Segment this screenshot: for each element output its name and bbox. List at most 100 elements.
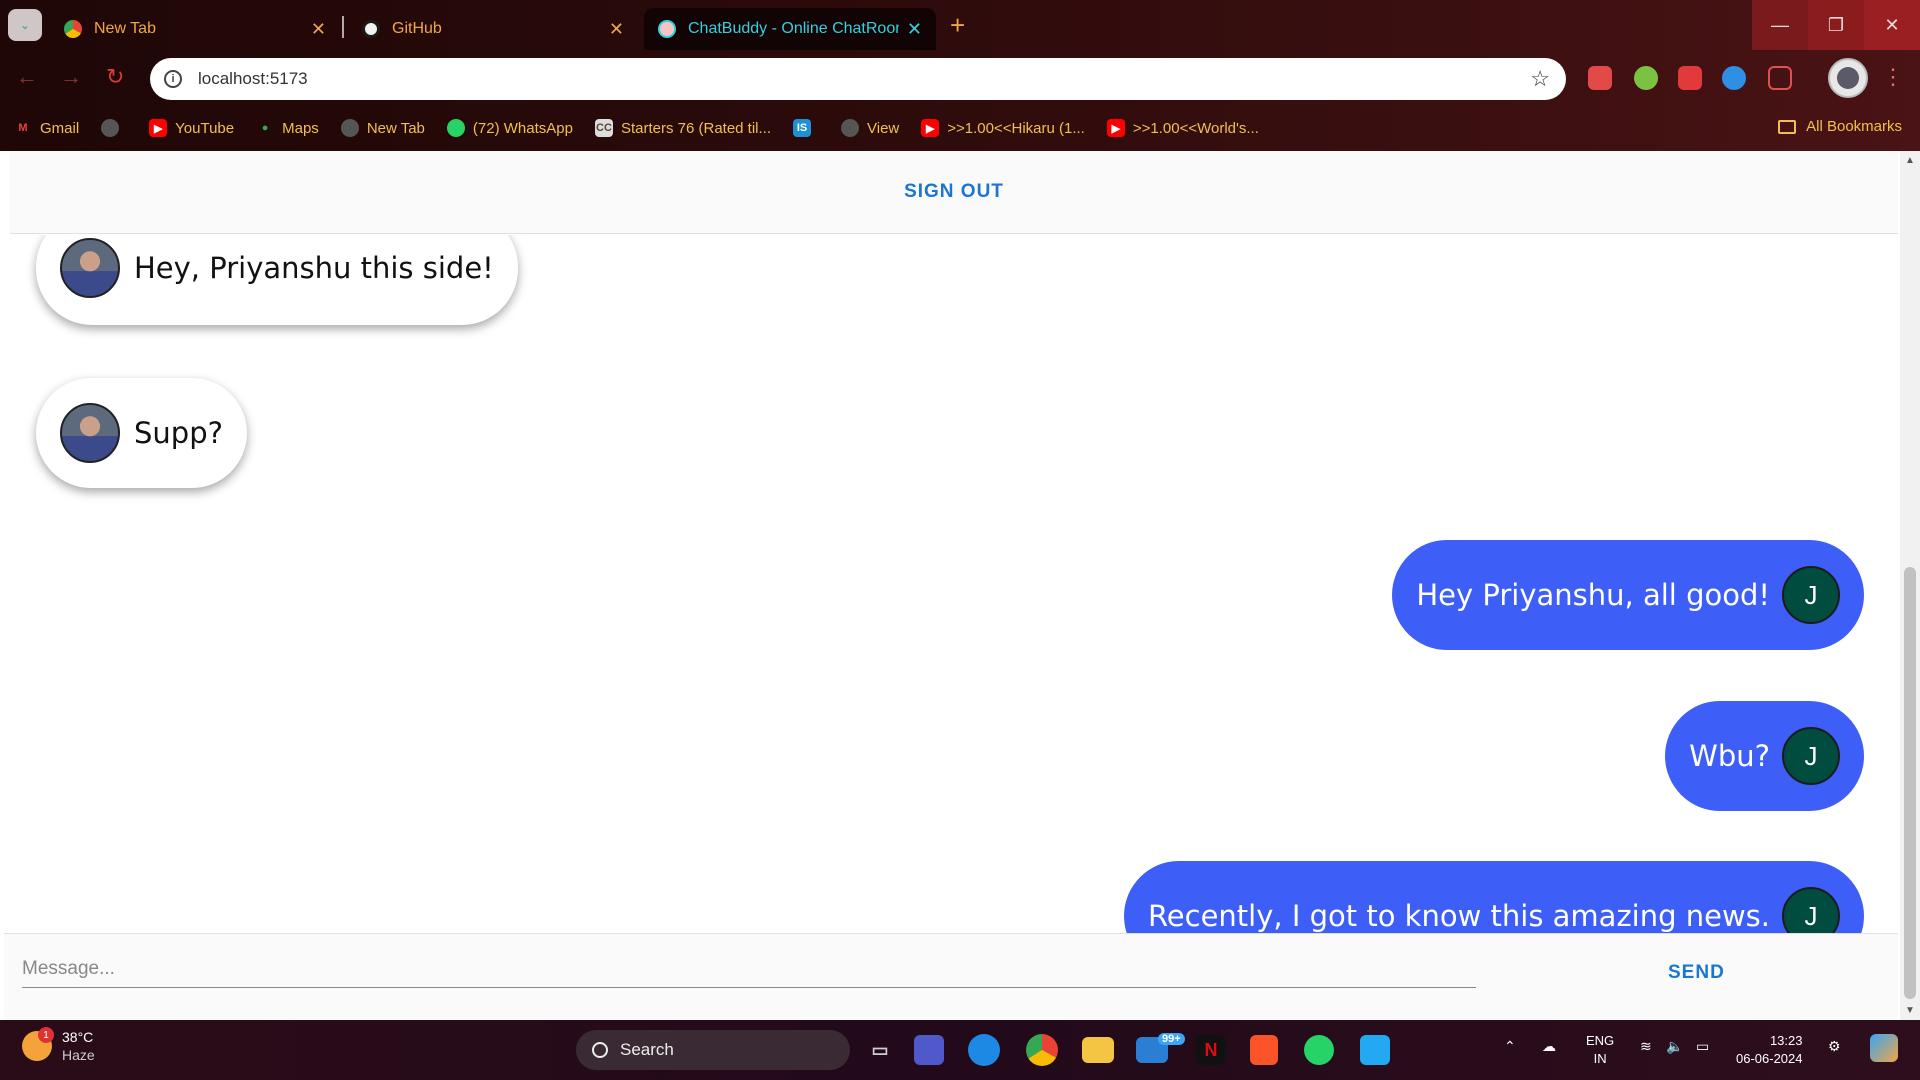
restore-icon: ❐ (1827, 14, 1845, 35)
back-arrow-icon[interactable]: ← (16, 64, 38, 90)
bookmark-label: (72) WhatsApp (472, 119, 573, 137)
scroll-down-icon[interactable]: ▼ (1905, 1005, 1915, 1016)
message-input[interactable] (22, 950, 1476, 988)
maps-icon: ● (261, 122, 269, 134)
whatsapp-icon[interactable] (1304, 1035, 1334, 1065)
bookmark-new-tab[interactable]: New Tab (340, 119, 425, 137)
globe-icon (841, 119, 860, 137)
address-url[interactable]: localhost:5173 (198, 69, 308, 89)
close-icon[interactable]: ✕ (311, 19, 326, 40)
bookmark-whatsapp[interactable]: (72) WhatsApp (446, 119, 573, 137)
extension-puzzle-red-icon[interactable] (1588, 66, 1612, 90)
youtube-icon: ▶ (921, 119, 940, 137)
tab-title: New Tab (94, 20, 156, 37)
chat-bubble-icon (658, 20, 676, 38)
tab-new-tab[interactable]: New Tab ✕ (50, 8, 340, 50)
tab-separator (342, 16, 344, 38)
bookmark-is[interactable]: IS (793, 119, 819, 137)
clock-date: 06-06-2024 (1736, 1051, 1803, 1066)
bookmark-maps[interactable]: ● Maps (256, 119, 319, 137)
reload-icon[interactable]: ↻ (106, 64, 124, 90)
extension-red-icon[interactable] (1678, 66, 1702, 90)
mail-icon[interactable]: 99+ (1136, 1033, 1185, 1063)
tab-chatbuddy[interactable]: ChatBuddy - Online ChatRoom ✕ (644, 8, 936, 50)
avatar (60, 238, 120, 298)
teams-icon[interactable] (914, 1035, 944, 1065)
weather-sun-icon: 1 (22, 1027, 54, 1061)
file-explorer-icon[interactable] (1082, 1037, 1114, 1063)
address-bar[interactable]: i localhost:5173 ☆ (150, 58, 1566, 100)
bookmark-label: YouTube (175, 119, 235, 137)
chrome-icon[interactable] (1026, 1034, 1058, 1066)
scrollbar-thumb[interactable] (1904, 567, 1916, 999)
scroll-up-icon[interactable]: ▲ (1905, 155, 1915, 166)
bookmarks-bar: M Gmail ▶ YouTube ● Maps New Tab (72) Wh… (0, 106, 1920, 150)
whatsapp-icon (446, 119, 465, 137)
onedrive-cloud-icon[interactable]: ☁ (1542, 1038, 1556, 1055)
bookmark-label: New Tab (366, 119, 425, 137)
bookmark-view[interactable]: View (841, 119, 899, 137)
bookmark-globe[interactable] (101, 119, 127, 137)
restore-button[interactable]: ❐ (1808, 0, 1864, 50)
tab-github[interactable]: GitHub ✕ (348, 8, 638, 50)
battery-icon[interactable]: ▭ (1696, 1038, 1709, 1055)
close-icon[interactable]: ✕ (907, 19, 922, 40)
extension-plus-icon[interactable] (1634, 66, 1658, 90)
close-icon: ✕ (1884, 14, 1900, 35)
profile-avatar[interactable] (1828, 58, 1868, 98)
message-received: Hey, Priyanshu this side! (36, 235, 518, 325)
weather-description: Haze (62, 1047, 95, 1063)
minimize-icon: — (1771, 14, 1789, 35)
edge-icon[interactable] (968, 1034, 1000, 1066)
bookmark-youtube[interactable]: ▶ YouTube (149, 119, 234, 137)
minimize-button[interactable]: — (1752, 0, 1808, 50)
volume-icon[interactable]: 🔈 (1666, 1038, 1683, 1055)
avatar-icon (1837, 67, 1859, 89)
clock[interactable]: 13:23 06-06-2024 (1736, 1032, 1803, 1068)
copilot-icon[interactable] (1870, 1034, 1898, 1062)
tab-search-button[interactable]: ⌄ (8, 9, 42, 41)
tab-title: ChatBuddy - Online ChatRoom (688, 20, 899, 37)
bookmark-star-icon[interactable]: ☆ (1530, 66, 1550, 92)
is-icon: IS (793, 119, 812, 137)
netflix-icon[interactable]: N (1196, 1035, 1226, 1065)
site-info-icon[interactable]: i (164, 70, 182, 88)
brave-icon[interactable] (1250, 1035, 1278, 1065)
extensions-puzzle-icon[interactable] (1768, 66, 1792, 90)
bookmark-worlds[interactable]: ▶ >>1.00<<World's... (1106, 119, 1259, 137)
tray-chevron-up-icon[interactable]: ⌃ (1504, 1038, 1516, 1055)
browser-toolbar: ← → ↻ i localhost:5173 ☆ ⋮ (0, 50, 1920, 106)
sign-out-button[interactable]: SIGN OUT (904, 181, 1004, 203)
message-text: Hey Priyanshu, all good! (1416, 578, 1770, 612)
vscode-icon[interactable] (1360, 1035, 1390, 1065)
codechef-icon: CC (594, 119, 613, 137)
globe-icon (101, 119, 120, 137)
extension-blue-icon[interactable] (1722, 66, 1746, 90)
send-button[interactable]: SEND (1668, 962, 1725, 984)
language-indicator[interactable]: ENG IN (1586, 1032, 1614, 1068)
notification-bell-icon[interactable]: ⚙ (1828, 1038, 1841, 1055)
taskbar-search[interactable]: Search (576, 1030, 850, 1070)
close-window-button[interactable]: ✕ (1864, 0, 1920, 50)
forward-arrow-icon[interactable]: → (60, 64, 82, 90)
bookmark-gmail[interactable]: M Gmail (14, 119, 79, 137)
bookmark-label: >>1.00<<Hikaru (1... (947, 119, 1085, 137)
wifi-icon[interactable]: ≋ (1640, 1038, 1652, 1055)
bookmark-codechef[interactable]: CC Starters 76 (Rated til... (594, 119, 771, 137)
task-view-icon[interactable]: ▭ (860, 1030, 900, 1070)
message-sent: J Wbu? (1665, 701, 1864, 811)
message-list[interactable]: Hey, Priyanshu this side! Supp? J Hey Pr… (0, 235, 1900, 933)
bookmark-hikaru[interactable]: ▶ >>1.00<<Hikaru (1... (921, 119, 1085, 137)
menu-kebab-icon[interactable]: ⋮ (1882, 64, 1904, 90)
youtube-icon: ▶ (1106, 119, 1125, 137)
github-icon (362, 20, 380, 38)
close-icon[interactable]: ✕ (609, 19, 624, 40)
weather-widget[interactable]: 1 38°C Haze (22, 1027, 95, 1064)
avatar: J (1782, 566, 1840, 624)
start-button[interactable] (524, 1035, 554, 1065)
new-tab-button[interactable]: + (950, 10, 965, 41)
message-received: Supp? (36, 378, 247, 488)
bookmark-label: View (867, 119, 900, 137)
all-bookmarks-button[interactable]: All Bookmarks (1778, 118, 1902, 135)
page-scrollbar[interactable]: ▲ ▼ (1900, 151, 1920, 1020)
